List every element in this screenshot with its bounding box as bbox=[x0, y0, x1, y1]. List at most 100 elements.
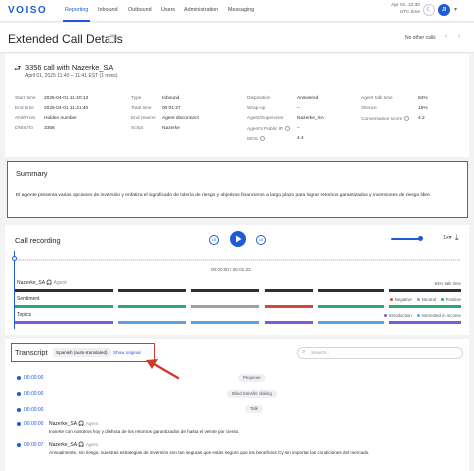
info-icon[interactable] bbox=[404, 116, 410, 121]
agent-talk-track[interactable] bbox=[15, 289, 461, 292]
info-icon[interactable] bbox=[285, 126, 291, 131]
detail-value: 84% bbox=[418, 96, 428, 101]
detail-value: Nazerke bbox=[162, 126, 180, 131]
volume-slider[interactable] bbox=[391, 238, 421, 240]
skip-forward-button[interactable]: 10 bbox=[256, 235, 266, 245]
detail-value: 00:01:27 bbox=[162, 106, 181, 111]
timeline-dot-icon bbox=[17, 408, 21, 412]
detail-label: Agent talk time bbox=[361, 96, 393, 101]
detail-label-text: MOS bbox=[247, 137, 258, 142]
legend-positive: Positive bbox=[445, 297, 461, 302]
legend-neutral: Neutral bbox=[421, 297, 436, 302]
utterance-time[interactable]: 00:00:07 bbox=[24, 442, 43, 448]
detail-value: Nazerke_SA bbox=[297, 116, 324, 121]
topics-label: Topics bbox=[17, 312, 32, 318]
volume-knob[interactable] bbox=[418, 236, 423, 241]
detail-label: Silence bbox=[361, 106, 377, 111]
call-details-card: ⮐ 3356 call with Nazerke_SA April 01, 20… bbox=[5, 54, 469, 157]
speaker-label: Nazerke_SA 🎧 Agent bbox=[49, 421, 98, 427]
event-time[interactable]: 00:00:00 bbox=[24, 375, 43, 381]
positive-segment bbox=[15, 305, 113, 308]
detail-value: 15% bbox=[418, 106, 428, 111]
nav-messaging[interactable]: Messaging bbox=[228, 7, 254, 13]
search-input[interactable] bbox=[311, 350, 459, 357]
speaker-name: Nazerke_SA bbox=[49, 442, 77, 448]
speaker-role: Agent bbox=[85, 421, 98, 426]
detail-value: 4.2 bbox=[418, 116, 425, 121]
detail-value: Answered bbox=[297, 96, 319, 101]
positive-segment bbox=[318, 305, 384, 308]
chevron-left-icon[interactable]: ‹ bbox=[440, 31, 452, 43]
agent-track-label: Nazerke_SA 🎧 Agent bbox=[17, 280, 67, 286]
detail-label: Agent/Supervisor bbox=[247, 116, 284, 121]
call-recording-card: Call recording 10 10 1x▾ ⤓ 00:00:00 / 00… bbox=[5, 225, 469, 335]
talk-segment bbox=[191, 289, 259, 292]
play-button[interactable] bbox=[230, 231, 246, 247]
event-pill: Blind transfer dialing bbox=[227, 390, 277, 398]
income-dot-icon bbox=[416, 314, 420, 317]
back-arrow-icon[interactable]: ⮐ bbox=[14, 63, 21, 77]
negative-dot-icon bbox=[390, 298, 394, 301]
nav-users[interactable]: Users bbox=[161, 7, 175, 13]
playhead-handle[interactable] bbox=[12, 256, 17, 261]
timeline-dot-icon bbox=[17, 443, 21, 447]
avatar[interactable]: JI bbox=[438, 4, 450, 16]
timeline-dot-icon bbox=[17, 392, 21, 396]
detail-label: MOS bbox=[247, 136, 265, 142]
speaker-name: Nazerke_SA bbox=[49, 421, 77, 427]
detail-value: – bbox=[297, 126, 300, 131]
transcript-title: Transcript bbox=[15, 348, 48, 357]
detail-label: End time bbox=[15, 106, 34, 111]
theme-toggle-button[interactable]: ☾ bbox=[423, 4, 435, 16]
income-segment bbox=[191, 321, 259, 324]
event-time[interactable]: 00:00:00 bbox=[24, 407, 43, 413]
positive-segment bbox=[389, 305, 461, 308]
introduction-segment bbox=[265, 321, 313, 324]
talk-segment bbox=[118, 289, 186, 292]
utterance-time[interactable]: 00:00:00 bbox=[24, 421, 43, 427]
summary-title: Summary bbox=[16, 169, 48, 178]
talk-segment bbox=[15, 289, 113, 292]
detail-label: Conversation score bbox=[361, 116, 410, 122]
transcript-search[interactable]: ⌕ bbox=[297, 347, 463, 359]
detail-value: Hidden number bbox=[44, 116, 77, 121]
show-original-link[interactable]: Show original bbox=[113, 350, 141, 355]
copy-icon[interactable] bbox=[108, 34, 117, 43]
topics-track[interactable] bbox=[15, 321, 461, 324]
search-icon: ⌕ bbox=[302, 349, 306, 355]
download-icon[interactable]: ⤓ bbox=[455, 233, 459, 243]
nav-reporting[interactable]: Reporting bbox=[65, 7, 88, 13]
neutral-dot-icon bbox=[417, 298, 421, 301]
play-icon bbox=[236, 235, 242, 243]
app-logo[interactable]: VOISO bbox=[8, 5, 47, 16]
sentiment-track[interactable] bbox=[15, 305, 461, 308]
call-title: 3356 call with Nazerke_SA bbox=[25, 63, 114, 72]
nav-administration[interactable]: Administration bbox=[184, 7, 218, 13]
detail-value: Inbound bbox=[162, 96, 180, 101]
income-segment bbox=[118, 321, 186, 324]
chevron-right-icon[interactable]: › bbox=[453, 31, 465, 43]
legend-introduction: Introduction bbox=[388, 313, 412, 318]
detail-value: – bbox=[297, 106, 300, 111]
agent-talk-time: 84% talk time bbox=[434, 281, 461, 286]
agent-role: Agent bbox=[53, 280, 67, 286]
info-icon[interactable] bbox=[259, 136, 265, 141]
negative-segment bbox=[265, 305, 313, 308]
income-segment bbox=[318, 321, 384, 324]
top-nav: VOISO Reporting Inbound Outbound Users A… bbox=[0, 0, 474, 22]
playback-speed[interactable]: 1x▾ bbox=[443, 235, 451, 241]
event-time[interactable]: 00:00:00 bbox=[24, 391, 43, 397]
summary-card: Summary El agente presenta varias opcion… bbox=[7, 161, 468, 218]
sentiment-legend: Negative Neutral Positive bbox=[386, 297, 461, 302]
nav-outbound[interactable]: Outbound bbox=[128, 7, 152, 13]
talk-segment bbox=[318, 289, 384, 292]
chevron-down-icon[interactable]: ▾ bbox=[454, 6, 457, 13]
detail-label: Type bbox=[131, 96, 142, 101]
speaker-label: Nazerke_SA 🎧 Agent bbox=[49, 442, 98, 448]
agent-name: Nazerke_SA bbox=[17, 280, 45, 286]
detail-value: 3356 bbox=[44, 126, 55, 131]
timeline-dot-icon bbox=[17, 422, 21, 426]
skip-back-button[interactable]: 10 bbox=[209, 235, 219, 245]
timecode: 00:00:00 / 00:01:23 bbox=[211, 267, 251, 272]
nav-inbound[interactable]: Inbound bbox=[98, 7, 118, 13]
